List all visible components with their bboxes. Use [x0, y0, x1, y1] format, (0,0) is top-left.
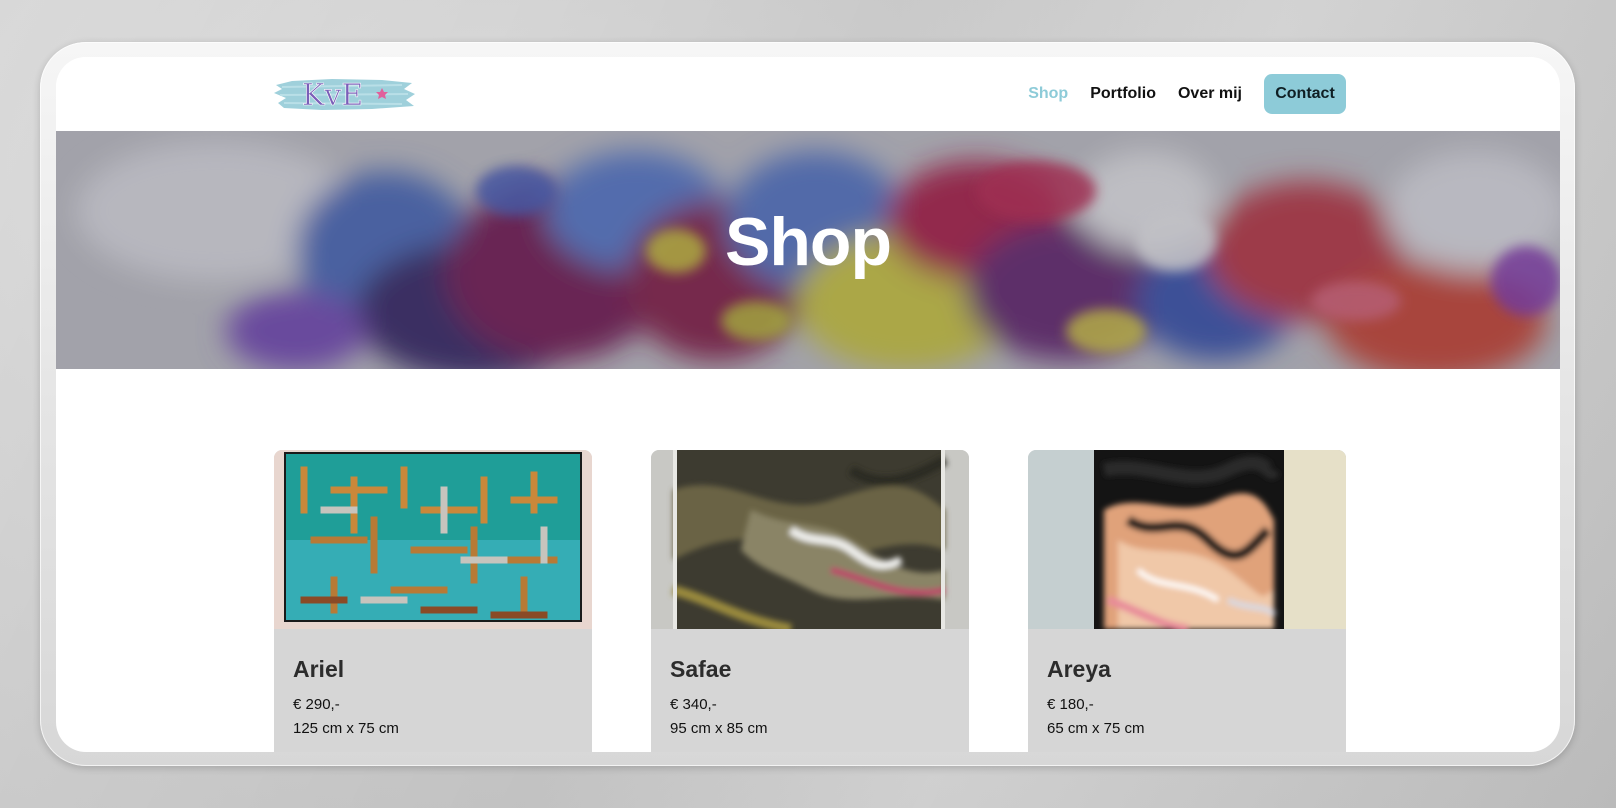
product-image — [274, 450, 592, 629]
product-card[interactable]: Areya € 180,- 65 cm x 75 cm — [1028, 450, 1346, 752]
product-card[interactable]: Ariel € 290,- 125 cm x 75 cm — [274, 450, 592, 752]
product-image — [651, 450, 969, 629]
site-header: KvE Shop Portfolio Over mij Contact — [56, 57, 1560, 131]
page-title: Shop — [725, 204, 892, 280]
svg-text:KvE: KvE — [302, 78, 363, 113]
nav-link-shop[interactable]: Shop — [1028, 85, 1068, 103]
product-title: Areya — [1047, 656, 1111, 682]
contact-button[interactable]: Contact — [1264, 74, 1346, 114]
product-size: 95 cm x 85 cm — [670, 720, 768, 737]
browser-screen: KvE Shop Portfolio Over mij Contact Shop… — [56, 57, 1560, 752]
product-size: 65 cm x 75 cm — [1047, 720, 1145, 737]
site-logo[interactable]: KvE — [272, 75, 418, 113]
product-image — [1028, 450, 1346, 629]
logo-brush-icon: KvE — [274, 78, 415, 113]
main-nav: Shop Portfolio Over mij Contact — [1028, 74, 1346, 114]
product-grid: Ariel € 290,- 125 cm x 75 cm Safae € 340… — [274, 450, 1346, 752]
product-price: € 180,- — [1047, 696, 1094, 713]
product-price: € 340,- — [670, 696, 717, 713]
product-title: Ariel — [293, 656, 345, 682]
hero-banner: Shop — [56, 131, 1560, 369]
product-price: € 290,- — [293, 696, 340, 713]
product-card[interactable]: Safae € 340,- 95 cm x 85 cm — [651, 450, 969, 752]
product-title: Safae — [670, 656, 732, 682]
nav-link-over-mij[interactable]: Over mij — [1178, 85, 1242, 103]
nav-link-portfolio[interactable]: Portfolio — [1090, 85, 1156, 103]
product-size: 125 cm x 75 cm — [293, 720, 399, 737]
